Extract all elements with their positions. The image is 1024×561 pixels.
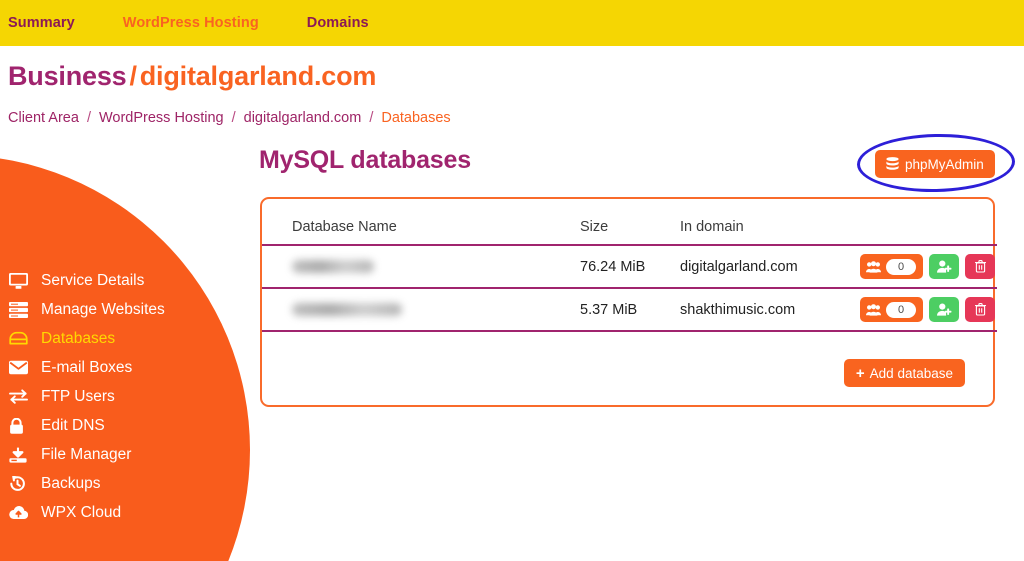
breadcrumb-separator: / — [369, 110, 374, 126]
breadcrumb-item-wordpress-hosting[interactable]: WordPress Hosting — [99, 110, 224, 126]
monitor-icon — [9, 271, 33, 291]
breadcrumb-item-domain[interactable]: digitalgarland.com — [244, 110, 362, 126]
cell-in-domain: shakthimusic.com — [680, 288, 860, 332]
nav-item-summary[interactable]: Summary — [8, 15, 75, 31]
sidebar-item-label: FTP Users — [41, 387, 115, 405]
server-list-icon — [9, 300, 33, 320]
sidebar-item-ftp-users[interactable]: FTP Users — [0, 382, 250, 411]
table-header-row: Database Name Size In domain — [262, 199, 997, 246]
row-action-group: 0 — [860, 297, 997, 322]
breadcrumb-separator: / — [86, 110, 91, 126]
page-title: Business / digitalgarland.com — [8, 61, 376, 92]
lock-icon — [9, 416, 33, 436]
sidebar-menu: Service Details Manage Websites Database… — [0, 266, 250, 527]
user-plus-icon — [936, 260, 952, 273]
column-header-actions — [860, 199, 997, 246]
sidebar-item-email-boxes[interactable]: E-mail Boxes — [0, 353, 250, 382]
cell-database-name — [262, 288, 580, 332]
page-title-separator: / — [129, 61, 137, 91]
user-plus-icon — [936, 303, 952, 316]
column-header-size: Size — [580, 199, 680, 246]
delete-database-button[interactable] — [965, 254, 995, 279]
page-title-domain: digitalgarland.com — [139, 61, 377, 91]
cell-actions: 0 — [860, 288, 997, 332]
sidebar-item-edit-dns[interactable]: Edit DNS — [0, 411, 250, 440]
database-users-count: 0 — [886, 258, 916, 275]
databases-table: Database Name Size In domain 76.24 MiB d… — [262, 199, 997, 332]
app-window: Summary WordPress Hosting Domains Busine… — [0, 0, 1024, 561]
sidebar-item-label: Edit DNS — [41, 416, 105, 434]
sidebar-item-label: Manage Websites — [41, 300, 165, 318]
sidebar-item-label: Databases — [41, 329, 116, 347]
add-database-user-button[interactable] — [929, 254, 959, 279]
cell-database-name — [262, 245, 580, 289]
breadcrumb-item-client-area[interactable]: Client Area — [8, 110, 79, 126]
add-database-button-wrapper: + Add database — [843, 359, 965, 387]
add-database-button-label: Add database — [869, 365, 953, 381]
trash-icon — [974, 260, 986, 273]
sidebar-item-databases[interactable]: Databases — [0, 324, 250, 353]
database-stack-icon — [886, 157, 899, 171]
download-icon — [9, 445, 33, 465]
add-database-user-button[interactable] — [929, 297, 959, 322]
sidebar-item-file-manager[interactable]: File Manager — [0, 440, 250, 469]
database-icon — [9, 329, 33, 349]
sidebar-item-label: Backups — [41, 474, 101, 492]
users-icon — [866, 260, 881, 273]
exchange-icon — [9, 387, 33, 407]
sidebar-item-label: WPX Cloud — [41, 503, 122, 521]
cell-in-domain: digitalgarland.com — [680, 245, 860, 289]
cloud-upload-icon — [9, 503, 33, 523]
sidebar-item-label: File Manager — [41, 445, 132, 463]
cell-size: 76.24 MiB — [580, 245, 680, 289]
database-users-button[interactable]: 0 — [860, 297, 923, 322]
history-icon — [9, 474, 33, 494]
row-action-group: 0 — [860, 254, 997, 279]
nav-item-wordpress-hosting[interactable]: WordPress Hosting — [123, 15, 259, 31]
delete-database-button[interactable] — [965, 297, 995, 322]
sidebar-item-wpx-cloud[interactable]: WPX Cloud — [0, 498, 250, 527]
breadcrumb-separator: / — [231, 110, 236, 126]
cell-size: 5.37 MiB — [580, 288, 680, 332]
page-title-plan: Business — [8, 61, 127, 91]
phpmyadmin-button[interactable]: phpMyAdmin — [875, 150, 995, 178]
database-users-count: 0 — [886, 301, 916, 318]
sidebar-item-label: Service Details — [41, 271, 145, 289]
users-icon — [866, 303, 881, 316]
main-heading: MySQL databases — [259, 146, 471, 174]
add-database-button[interactable]: + Add database — [843, 359, 965, 387]
database-users-button[interactable]: 0 — [860, 254, 923, 279]
top-navigation-bar: Summary WordPress Hosting Domains — [0, 0, 1024, 46]
table-row: 5.37 MiB shakthimusic.com 0 — [262, 288, 997, 332]
databases-card: Database Name Size In domain 76.24 MiB d… — [260, 197, 997, 407]
redacted-database-name — [292, 260, 374, 274]
phpmyadmin-button-label: phpMyAdmin — [905, 156, 984, 172]
table-row: 76.24 MiB digitalgarland.com 0 — [262, 245, 997, 289]
plus-icon: + — [855, 364, 865, 382]
redacted-database-name — [292, 303, 402, 317]
column-header-in-domain: In domain — [680, 199, 860, 246]
trash-icon — [974, 303, 986, 316]
column-header-database-name: Database Name — [262, 199, 580, 246]
breadcrumb-item-databases: Databases — [381, 110, 451, 126]
envelope-icon — [9, 358, 33, 378]
sidebar-item-manage-websites[interactable]: Manage Websites — [0, 295, 250, 324]
sidebar-item-backups[interactable]: Backups — [0, 469, 250, 498]
sidebar-item-label: E-mail Boxes — [41, 358, 133, 376]
breadcrumb: Client Area / WordPress Hosting / digita… — [8, 110, 451, 126]
cell-actions: 0 — [860, 245, 997, 289]
nav-item-domains[interactable]: Domains — [307, 15, 369, 31]
sidebar-item-service-details[interactable]: Service Details — [0, 266, 250, 295]
